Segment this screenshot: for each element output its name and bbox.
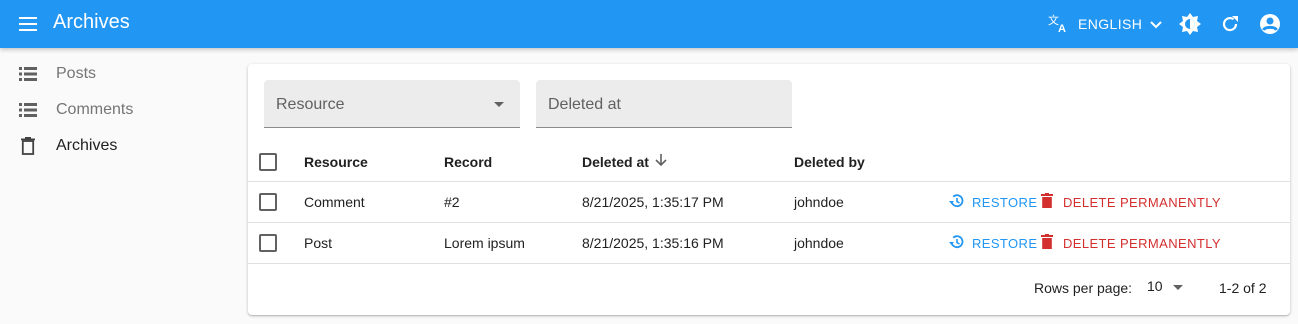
rows-per-page-label: Rows per page:: [1034, 280, 1133, 296]
rows-per-page-select[interactable]: 10: [1147, 278, 1183, 294]
column-header-deleted-by[interactable]: Deleted by: [794, 142, 865, 181]
trash-icon: [1041, 193, 1053, 211]
sidebar-item-archives[interactable]: Archives: [0, 128, 240, 164]
row-checkbox[interactable]: [259, 234, 277, 252]
restore-button[interactable]: RESTORE: [948, 234, 1037, 253]
table-row[interactable]: Comment #2 8/21/2025, 1:35:17 PM johndoe…: [248, 182, 1290, 223]
rows-per-page-value: 10: [1147, 278, 1163, 294]
trash-icon: [18, 136, 38, 156]
column-header-deleted-at[interactable]: Deleted at: [582, 142, 667, 181]
deleted-at-filter-label: Deleted at: [548, 96, 621, 113]
pagination: Rows per page: 10 1-2 of 2: [248, 264, 1290, 312]
delete-permanently-button[interactable]: DELETE PERMANENTLY: [1041, 193, 1221, 211]
refresh-icon[interactable]: [1218, 12, 1242, 36]
cell-record: Lorem ipsum: [444, 235, 525, 251]
sidebar-item-label: Posts: [56, 65, 97, 82]
cell-deleted-by: johndoe: [794, 235, 844, 251]
cell-deleted-at: 8/21/2025, 1:35:17 PM: [582, 194, 724, 210]
brightness-icon[interactable]: [1178, 12, 1202, 36]
column-header-record[interactable]: Record: [444, 142, 492, 181]
menu-icon[interactable]: [16, 12, 40, 36]
restore-label: RESTORE: [972, 194, 1038, 210]
sidebar: Posts Comments Archives: [0, 56, 240, 164]
delete-label: DELETE PERMANENTLY: [1063, 235, 1221, 251]
cell-resource: Comment: [304, 194, 365, 210]
delete-label: DELETE PERMANENTLY: [1063, 194, 1221, 210]
resource-filter-select[interactable]: Resource: [264, 80, 520, 128]
sidebar-item-comments[interactable]: Comments: [0, 92, 240, 128]
column-header-label: Deleted at: [582, 153, 649, 170]
select-all-checkbox[interactable]: [259, 153, 277, 171]
trash-icon: [1041, 234, 1053, 252]
deleted-at-filter-input[interactable]: Deleted at: [536, 80, 792, 128]
account-circle-icon[interactable]: [1258, 12, 1282, 36]
language-label: ENGLISH: [1078, 16, 1143, 32]
app-bar: Archives 文 A ENGLISH: [0, 0, 1298, 48]
archives-list-card: Resource Deleted at Resource Record Dele…: [248, 64, 1290, 315]
cell-deleted-by: johndoe: [794, 194, 844, 210]
svg-text:A: A: [1058, 23, 1066, 33]
resource-filter-label: Resource: [276, 96, 345, 113]
page-title: Archives: [53, 11, 130, 33]
history-icon: [948, 234, 964, 253]
table-header: Resource Record Deleted at Deleted by: [248, 142, 1290, 182]
sidebar-item-posts[interactable]: Posts: [0, 56, 240, 92]
table-row[interactable]: Post Lorem ipsum 8/21/2025, 1:35:16 PM j…: [248, 223, 1290, 264]
chevron-down-icon: [1150, 16, 1162, 32]
restore-label: RESTORE: [972, 235, 1038, 251]
row-checkbox[interactable]: [259, 193, 277, 211]
list-icon: [18, 64, 38, 84]
cell-resource: Post: [304, 235, 333, 251]
pagination-range: 1-2 of 2: [1219, 280, 1267, 296]
sidebar-item-label: Archives: [56, 137, 118, 154]
dropdown-arrow-icon: [1172, 284, 1183, 290]
translate-icon: 文 A: [1048, 13, 1070, 36]
cell-deleted-at: 8/21/2025, 1:35:16 PM: [582, 235, 724, 251]
restore-button[interactable]: RESTORE: [948, 193, 1037, 212]
history-icon: [948, 193, 964, 212]
language-selector[interactable]: 文 A ENGLISH: [1048, 10, 1162, 38]
arrow-down-icon: [655, 153, 667, 170]
column-header-resource[interactable]: Resource: [304, 142, 368, 181]
dropdown-arrow-icon: [494, 102, 504, 107]
sidebar-item-label: Comments: [56, 101, 134, 118]
list-icon: [18, 100, 38, 120]
delete-permanently-button[interactable]: DELETE PERMANENTLY: [1041, 234, 1221, 252]
cell-record: #2: [444, 194, 460, 210]
